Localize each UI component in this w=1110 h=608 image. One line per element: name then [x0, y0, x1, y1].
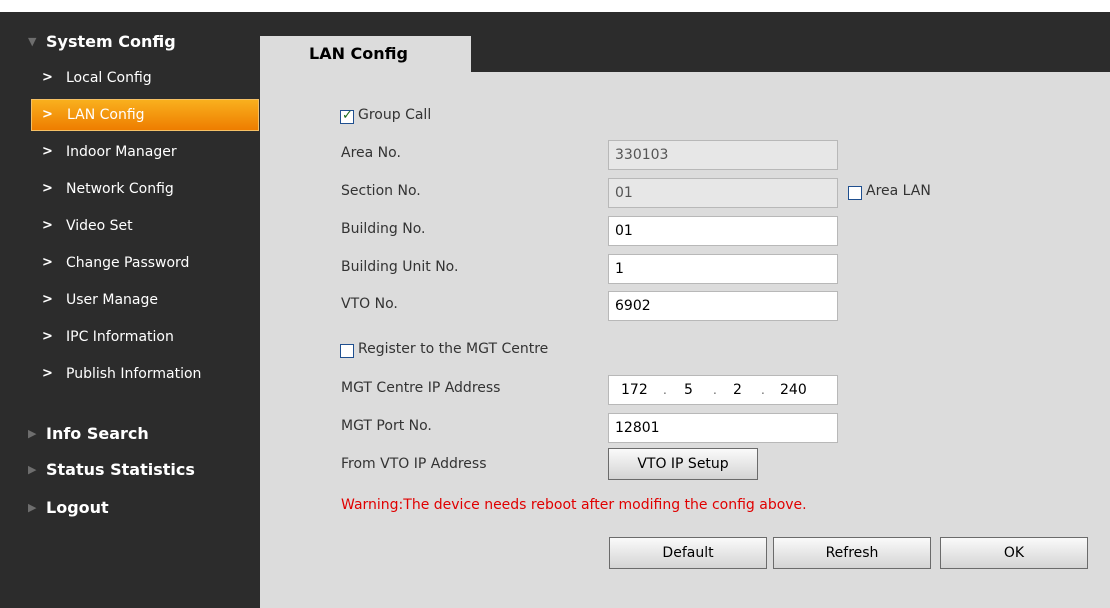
ok-button[interactable]: OK [940, 537, 1088, 569]
area-lan-checkbox[interactable] [848, 186, 862, 200]
building-unit-no-label: Building Unit No. [341, 259, 459, 275]
triangle-right-icon: ▶ [28, 463, 37, 476]
chevron-right-icon: > [42, 218, 53, 233]
sidebar-item-ipc-information[interactable]: > IPC Information [20, 321, 260, 353]
sidebar-item-indoor-manager[interactable]: > Indoor Manager [20, 136, 260, 168]
section-status-statistics[interactable]: ▶ Status Statistics [20, 452, 260, 488]
register-mgt-checkbox[interactable] [340, 344, 354, 358]
area-no-field[interactable] [608, 140, 838, 170]
ip-dot-3: . [761, 383, 765, 397]
section-no-label: Section No. [341, 183, 421, 199]
sidebar-item-lan-config[interactable]: > LAN Config [31, 99, 259, 131]
section-info-search[interactable]: ▶ Info Search [20, 416, 260, 452]
section-logout[interactable]: ▶ Logout [20, 490, 260, 526]
sidebar-item-change-password[interactable]: > Change Password [20, 247, 260, 279]
checkmark-icon: ✓ [342, 108, 353, 123]
ip-octet-1[interactable]: 172 [621, 376, 648, 404]
area-lan-label: Area LAN [866, 183, 931, 199]
chevron-right-icon: > [42, 292, 53, 307]
building-unit-no-field[interactable] [608, 254, 838, 284]
ip-octet-3[interactable]: 2 [733, 376, 742, 404]
vto-ip-setup-button[interactable]: VTO IP Setup [608, 448, 758, 480]
sidebar-item-local-config[interactable]: > Local Config [20, 62, 260, 94]
chevron-right-icon: > [42, 144, 53, 159]
ip-octet-4[interactable]: 240 [780, 376, 807, 404]
sidebar-item-publish-information[interactable]: > Publish Information [20, 358, 260, 390]
chevron-right-icon: > [42, 329, 53, 344]
area-no-label: Area No. [341, 145, 401, 161]
chevron-right-icon: > [42, 181, 53, 196]
refresh-button[interactable]: Refresh [773, 537, 931, 569]
section-no-field[interactable] [608, 178, 838, 208]
group-call-label: Group Call [358, 107, 432, 123]
chevron-right-icon: > [42, 255, 53, 270]
default-button[interactable]: Default [609, 537, 767, 569]
chevron-right-icon: > [42, 107, 53, 122]
register-mgt-label: Register to the MGT Centre [358, 341, 549, 357]
reboot-warning: Warning:The device needs reboot after mo… [341, 497, 807, 513]
sidebar-item-video-set[interactable]: > Video Set [20, 210, 260, 242]
mgt-port-field[interactable] [608, 413, 838, 443]
ip-octet-2[interactable]: 5 [684, 376, 693, 404]
triangle-down-icon: ▼ [28, 35, 37, 48]
vto-no-label: VTO No. [341, 296, 398, 312]
mgt-port-label: MGT Port No. [341, 418, 432, 434]
triangle-right-icon: ▶ [28, 427, 37, 440]
triangle-right-icon: ▶ [28, 501, 37, 514]
lan-config-panel: ✓ Group Call Area No. Section No. Area L… [260, 72, 1110, 608]
mgt-ip-field[interactable]: 172 . 5 . 2 . 240 [608, 375, 838, 405]
chevron-right-icon: > [42, 70, 53, 85]
group-call-checkbox[interactable]: ✓ [340, 108, 354, 124]
ip-dot-1: . [663, 383, 667, 397]
ip-dot-2: . [713, 383, 717, 397]
vto-no-field[interactable] [608, 291, 838, 321]
from-vto-ip-label: From VTO IP Address [341, 456, 487, 472]
chevron-right-icon: > [42, 366, 53, 381]
sidebar-item-network-config[interactable]: > Network Config [20, 173, 260, 205]
mgt-ip-label: MGT Centre IP Address [341, 380, 501, 396]
building-no-field[interactable] [608, 216, 838, 246]
sidebar-item-user-manage[interactable]: > User Manage [20, 284, 260, 316]
building-no-label: Building No. [341, 221, 426, 237]
tab-lan-config[interactable]: LAN Config [260, 36, 471, 72]
section-system-config[interactable]: ▼ System Config [20, 24, 260, 60]
sidebar: ▼ System Config > Local Config > LAN Con… [20, 24, 260, 608]
